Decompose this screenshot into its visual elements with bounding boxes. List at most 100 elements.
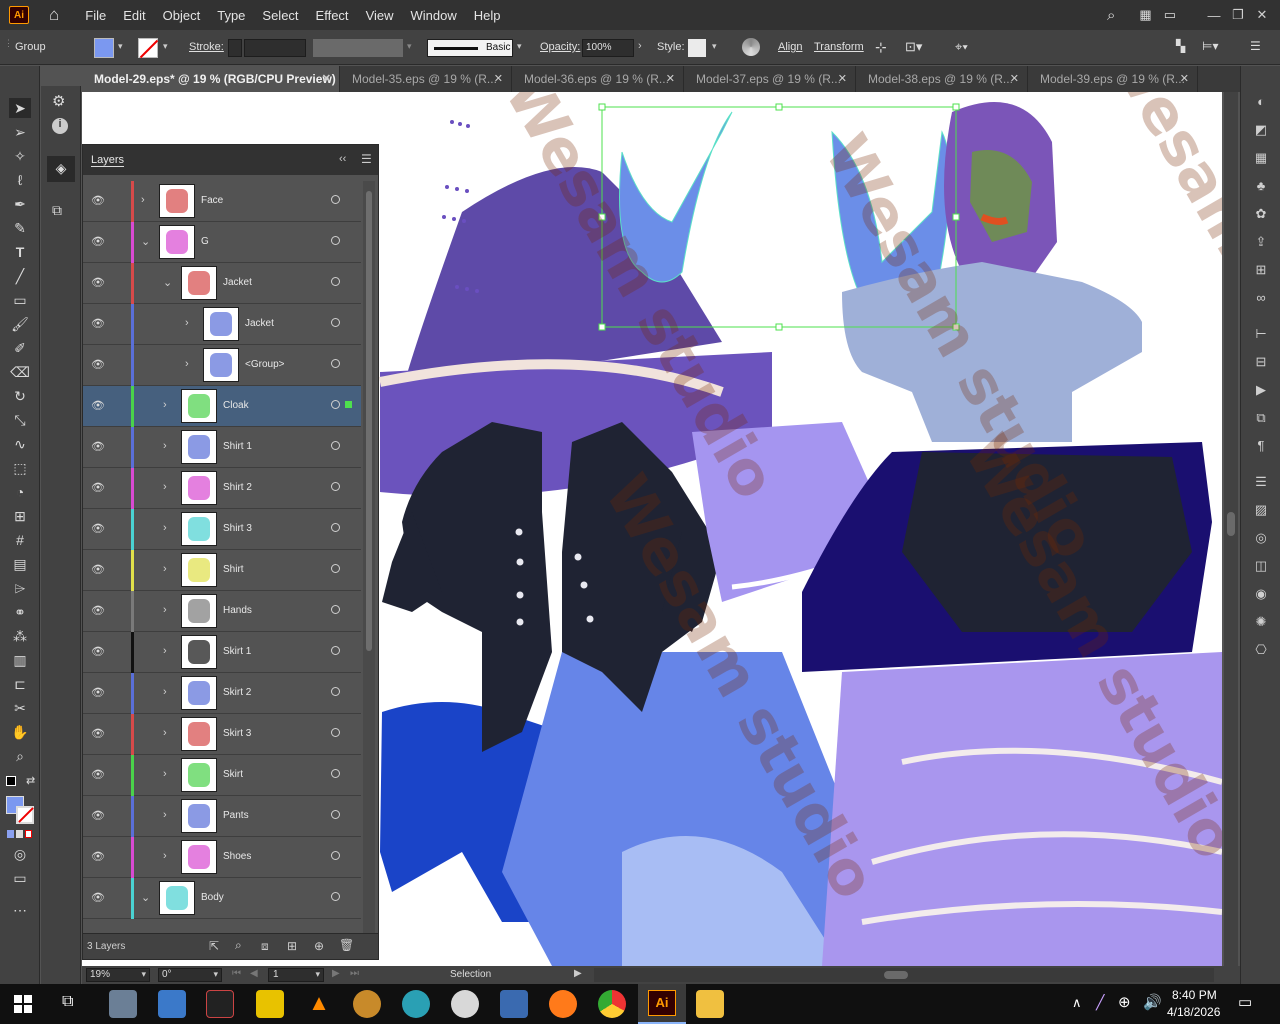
document-tab[interactable]: Model-35.eps @ 19 % (R... ✕ [340, 66, 512, 92]
more-tools-icon[interactable]: ⋯ [9, 900, 31, 920]
volume-icon[interactable]: 🔊 [1143, 993, 1162, 1011]
collapse-panel-icon[interactable]: ‹‹ [339, 153, 346, 165]
selection-indicator[interactable] [345, 401, 352, 408]
clock-date[interactable]: 4/18/2026 [1167, 1005, 1220, 1019]
navigator-icon[interactable]: ⎔ [1252, 642, 1270, 658]
selection-tool-icon[interactable]: ➤ [9, 98, 31, 118]
notifications-icon[interactable]: ▭ [1238, 993, 1252, 1011]
artboard-tool-icon[interactable]: ⊏ [9, 674, 31, 694]
target-circle-icon[interactable] [331, 523, 340, 532]
type-tool-icon[interactable]: T [9, 242, 31, 262]
free-transform-icon[interactable]: ⬚ [9, 458, 31, 478]
status-menu-icon[interactable]: ▶ [574, 968, 582, 979]
rotation-input[interactable]: 0° ▾ [158, 968, 222, 982]
target-circle-icon[interactable] [331, 810, 340, 819]
paintbrush-tool-icon[interactable]: 🖌 [9, 314, 31, 334]
make-clipping-mask-icon[interactable]: ⧈ [261, 939, 269, 954]
transparency-panel-icon[interactable]: ◎ [1252, 530, 1270, 546]
close-window-button[interactable]: ✕ [1250, 7, 1274, 23]
magic-wand-icon[interactable]: ✧ [9, 146, 31, 166]
visibility-eye-icon[interactable]: 👁 [91, 522, 105, 535]
visibility-eye-icon[interactable]: 👁 [91, 563, 105, 576]
shaper-tool-icon[interactable]: ✐ [9, 338, 31, 358]
recolor-artwork-icon[interactable] [742, 38, 760, 56]
target-circle-icon[interactable] [331, 482, 340, 491]
taskbar-app-1[interactable] [109, 990, 137, 1018]
clock-time[interactable]: 8:40 PM [1172, 988, 1217, 1002]
lasso-icon[interactable]: ℓ [9, 170, 31, 190]
visibility-eye-icon[interactable]: 👁 [91, 358, 105, 371]
first-artboard-icon[interactable]: ⏮ [232, 968, 241, 979]
locate-object-icon[interactable]: ⌕ [235, 938, 242, 953]
visibility-eye-icon[interactable]: 👁 [91, 727, 105, 740]
stroke-weight-stepper[interactable] [228, 39, 242, 57]
eraser-tool-icon[interactable]: ⌫ [9, 362, 31, 382]
stroke-swatch[interactable] [138, 38, 159, 59]
chevron-down-icon[interactable]: ⌄ [141, 235, 150, 248]
document-tab[interactable]: Model-39.eps @ 19 % (R... ✕ [1028, 66, 1198, 92]
menu-select[interactable]: Select [262, 8, 298, 23]
mesh-tool-icon[interactable]: # [9, 530, 31, 550]
screen-mode-icon[interactable]: ▭ [9, 868, 31, 888]
illustrator-taskbar-icon[interactable]: Ai [638, 984, 686, 1024]
task-view-icon[interactable]: ⧉ [62, 993, 73, 1011]
visibility-eye-icon[interactable]: 👁 [91, 194, 105, 207]
target-circle-icon[interactable] [331, 892, 340, 901]
draw-mode-icon[interactable]: ◎ [9, 844, 31, 864]
transform-button[interactable]: Transform [814, 41, 864, 53]
layers-panel-icon[interactable]: ◈ [47, 156, 75, 182]
file-explorer-icon[interactable] [696, 990, 724, 1018]
eyedropper-icon[interactable]: ⌲ [9, 578, 31, 598]
close-tab-icon[interactable]: ✕ [838, 72, 847, 85]
visibility-eye-icon[interactable]: 👁 [91, 686, 105, 699]
layer-row[interactable]: 👁 › Shirt 3 [83, 509, 361, 550]
taskbar-app-6[interactable] [451, 990, 479, 1018]
layer-row[interactable]: 👁 › <Group> [83, 345, 361, 386]
collect-export-icon[interactable]: ⇱ [209, 939, 219, 953]
firefox-icon[interactable] [549, 990, 577, 1018]
brush-definition[interactable]: Basic [427, 39, 513, 57]
visibility-eye-icon[interactable]: 👁 [91, 317, 105, 330]
visibility-eye-icon[interactable]: 👁 [91, 891, 105, 904]
asset-export-icon[interactable]: ⇪ [1252, 234, 1270, 250]
chevron-right-icon[interactable]: › [163, 727, 167, 739]
character-panel-icon[interactable]: ¶ [1252, 438, 1270, 454]
search-icon[interactable]: ⌕ [1107, 7, 1115, 24]
chevron-right-icon[interactable]: › [141, 194, 145, 206]
artboard-dropdown-icon[interactable]: ▾ [315, 969, 320, 980]
stroke-color-box[interactable] [16, 806, 34, 824]
layer-row[interactable]: 👁 › Skirt [83, 755, 361, 796]
taskbar-app-4[interactable] [353, 990, 381, 1018]
stroke-dropdown-icon[interactable]: ▾ [163, 41, 168, 52]
restore-button[interactable]: ❐ [1226, 7, 1250, 23]
align-button[interactable]: Align [778, 41, 802, 53]
visibility-eye-icon[interactable]: 👁 [91, 850, 105, 863]
target-circle-icon[interactable] [331, 400, 340, 409]
default-colors-icon[interactable] [6, 776, 16, 786]
align-panel-icon[interactable]: ⊢ [1252, 326, 1270, 342]
visibility-eye-icon[interactable]: 👁 [91, 235, 105, 248]
chevron-right-icon[interactable]: › [185, 358, 189, 370]
layer-row[interactable]: 👁 › Skirt 1 [83, 632, 361, 673]
taskbar-app-3[interactable] [206, 990, 234, 1018]
warp-tool-icon[interactable]: ∿ [9, 434, 31, 454]
zoom-tool-icon[interactable]: ⌕ [9, 746, 31, 766]
appearance-panel-icon[interactable]: ◫ [1252, 558, 1270, 574]
close-tab-icon[interactable]: ✕ [1010, 72, 1019, 85]
close-tab-icon[interactable]: ✕ [666, 72, 675, 85]
chevron-down-icon[interactable]: ⌄ [163, 276, 172, 289]
opacity-slider-icon[interactable]: › [638, 40, 642, 52]
windows-start-icon[interactable] [14, 995, 32, 1013]
stroke-weight-input[interactable] [244, 39, 306, 57]
opacity-input[interactable]: 100% [582, 39, 634, 57]
pen-tray-icon[interactable]: ╱ [1096, 994, 1104, 1011]
menu-edit[interactable]: Edit [123, 8, 145, 23]
blend-tool-icon[interactable]: ⚭ [9, 602, 31, 622]
fill-swatch[interactable] [94, 38, 114, 58]
visibility-eye-icon[interactable]: 👁 [91, 276, 105, 289]
visibility-eye-icon[interactable]: 👁 [91, 399, 105, 412]
layer-row[interactable]: 👁 ⌄ Body [83, 878, 361, 919]
color-mode-icon[interactable] [7, 830, 33, 838]
zoom-dropdown-icon[interactable]: ▾ [141, 969, 146, 980]
vertical-scrollbar[interactable] [1224, 92, 1238, 966]
